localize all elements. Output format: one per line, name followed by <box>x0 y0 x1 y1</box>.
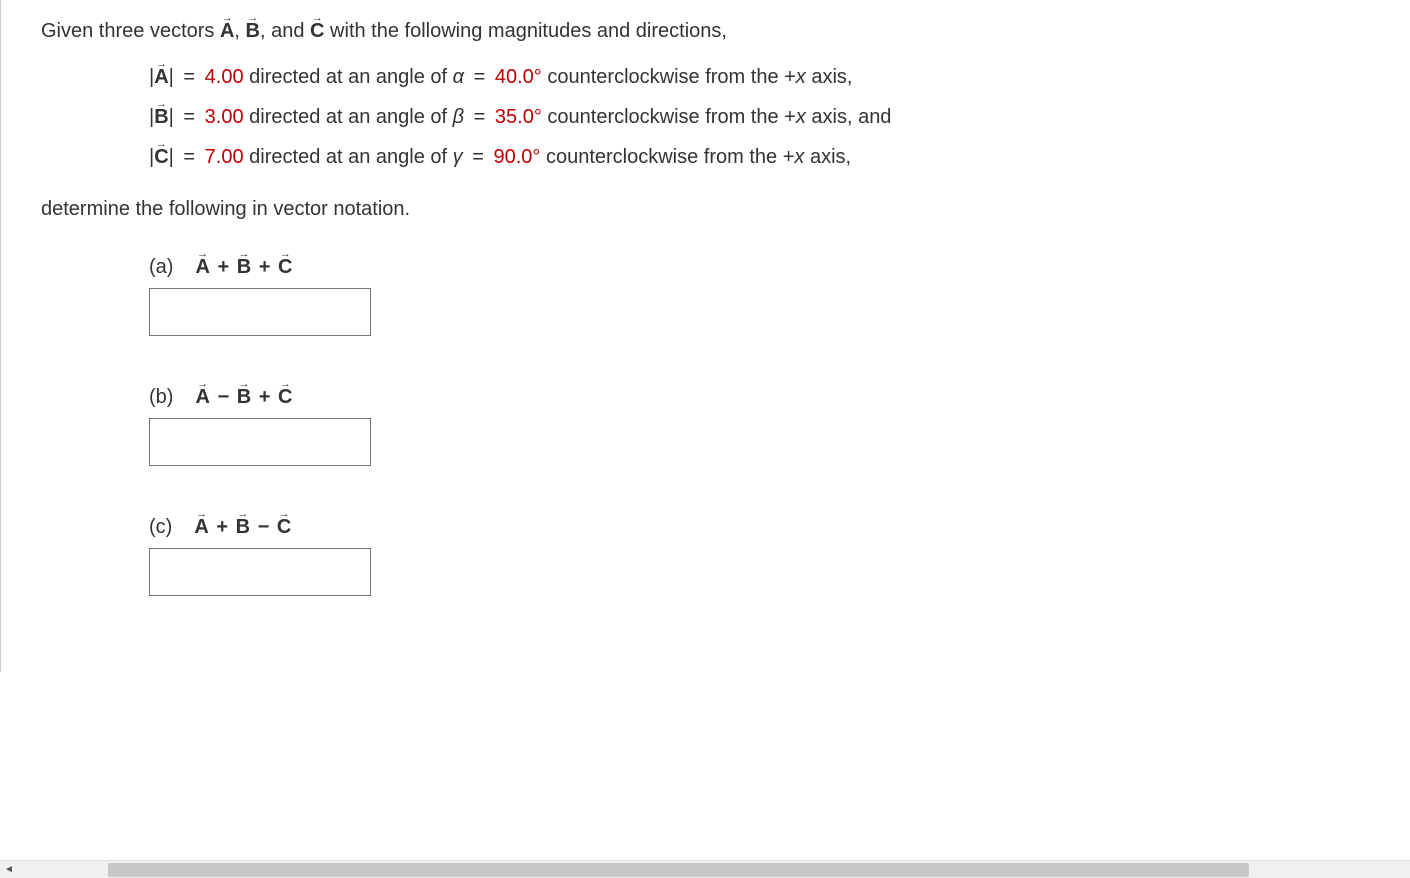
vector-a-magnitude-value: 4.00 <box>205 66 244 88</box>
intro-mid2: , and <box>260 20 310 42</box>
vector-c-magnitude-label: |C| <box>149 146 174 168</box>
problem-parts: (a) A + B + C (b) A − B + C (c) <box>41 252 1370 596</box>
x-axis-var: x <box>794 146 804 168</box>
part-c: (c) A + B − C <box>149 512 1370 596</box>
part-a-header: (a) A + B + C <box>149 252 1370 282</box>
x-axis-var: x <box>796 106 806 128</box>
equals-sign: = <box>464 106 495 128</box>
op2: + <box>259 386 272 408</box>
part-a: (a) A + B + C <box>149 252 1370 336</box>
part-a-answer-input[interactable] <box>149 288 371 336</box>
part-c-header: (c) A + B − C <box>149 512 1370 542</box>
part-b-label: (b) <box>149 382 173 412</box>
vec-b: B <box>236 512 251 542</box>
equals-sign: = <box>463 146 494 168</box>
intro-suffix: with the following magnitudes and direct… <box>325 20 727 42</box>
horizontal-scrollbar[interactable]: ◄ <box>0 860 1410 878</box>
op1: + <box>216 516 229 538</box>
given-vectors-list: |A| = 4.00 directed at an angle of α = 4… <box>41 62 1370 172</box>
vector-b-magnitude-value: 3.00 <box>205 106 244 128</box>
vector-c-angle-value: 90.0° <box>493 146 540 168</box>
vec-b: B <box>237 252 252 282</box>
part-c-answer-input[interactable] <box>149 548 371 596</box>
axis-tail: axis, <box>806 66 853 88</box>
determine-instruction: determine the following in vector notati… <box>41 194 1370 224</box>
vec-a: A <box>195 382 210 412</box>
vec-a: A <box>195 252 210 282</box>
problem-intro: Given three vectors A, B, and C with the… <box>41 16 1370 46</box>
vec-c: C <box>278 382 293 412</box>
vec-c-inline: C <box>154 142 168 172</box>
equals-sign: = <box>179 146 204 168</box>
angle-alpha-symbol: α <box>453 66 464 88</box>
vector-b-angle-value: 35.0° <box>495 106 542 128</box>
axis-tail: axis, <box>804 146 851 168</box>
vector-a-angle-value: 40.0° <box>495 66 542 88</box>
part-c-label: (c) <box>149 512 172 542</box>
angle-beta-symbol: β <box>453 106 464 128</box>
vector-b-symbol: B <box>246 16 260 46</box>
op2: + <box>259 256 272 278</box>
x-axis-var: x <box>796 66 806 88</box>
op1: + <box>217 256 230 278</box>
directed-text: directed at an angle of <box>244 106 453 128</box>
vector-a-suffix: counterclockwise from the + <box>547 66 795 88</box>
part-b-answer-input[interactable] <box>149 418 371 466</box>
vec-c: C <box>278 252 293 282</box>
directed-text: directed at an angle of <box>244 66 453 88</box>
vec-a-inline: A <box>154 62 168 92</box>
vec-b-inline: B <box>154 102 168 132</box>
axis-tail: axis, and <box>806 106 892 128</box>
vector-b-line: |B| = 3.00 directed at an angle of β = 3… <box>149 102 1370 132</box>
vector-c-line: |C| = 7.00 directed at an angle of γ = 9… <box>149 142 1370 172</box>
vector-a-magnitude-label: |A| <box>149 66 174 88</box>
part-c-expression: A + B − C <box>194 512 292 542</box>
part-a-label: (a) <box>149 252 173 282</box>
equals-sign: = <box>179 106 204 128</box>
vec-c: C <box>277 512 292 542</box>
part-b: (b) A − B + C <box>149 382 1370 466</box>
op1: − <box>217 386 230 408</box>
part-b-expression: A − B + C <box>195 382 293 412</box>
scroll-thumb[interactable] <box>108 863 1249 877</box>
equals-sign: = <box>179 66 204 88</box>
part-b-header: (b) A − B + C <box>149 382 1370 412</box>
vector-c-symbol: C <box>310 16 324 46</box>
directed-text: directed at an angle of <box>244 146 453 168</box>
angle-gamma-symbol: γ <box>453 146 463 168</box>
vec-a: A <box>194 512 209 542</box>
scroll-left-arrow-icon[interactable]: ◄ <box>0 861 18 878</box>
vector-c-magnitude-value: 7.00 <box>205 146 244 168</box>
vector-a-line: |A| = 4.00 directed at an angle of α = 4… <box>149 62 1370 92</box>
vec-b: B <box>237 382 252 412</box>
scroll-track[interactable] <box>18 861 1410 878</box>
vector-b-suffix: counterclockwise from the + <box>547 106 795 128</box>
intro-prefix: Given three vectors <box>41 20 220 42</box>
equals-sign: = <box>464 66 495 88</box>
vector-a-symbol: A <box>220 16 234 46</box>
vector-c-suffix: counterclockwise from the + <box>546 146 794 168</box>
intro-mid1: , <box>234 20 245 42</box>
part-a-expression: A + B + C <box>195 252 293 282</box>
op2: − <box>258 516 271 538</box>
vector-b-magnitude-label: |B| <box>149 106 174 128</box>
